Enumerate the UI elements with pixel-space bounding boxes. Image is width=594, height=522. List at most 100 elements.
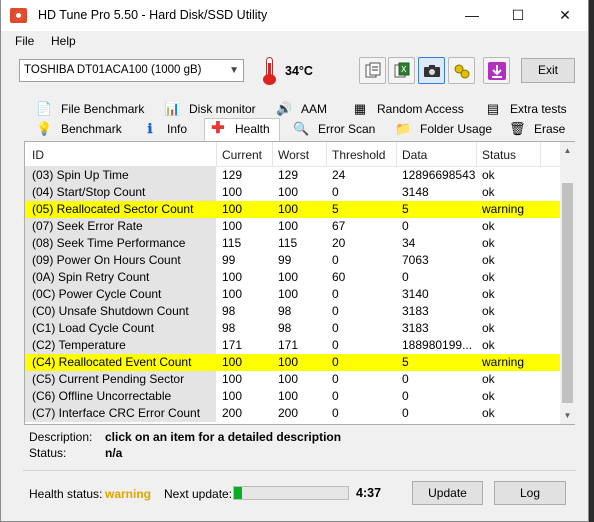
app-icon: [10, 8, 27, 23]
cell-threshold: 0: [332, 253, 339, 267]
log-button[interactable]: Log: [494, 481, 566, 505]
cell-threshold: 0: [332, 321, 339, 335]
maximize-button[interactable]: ☐: [495, 0, 541, 31]
table-row[interactable]: (C6) Offline Uncorrectable 100 100 0 0 ok: [25, 388, 560, 405]
cell-data: 5: [402, 202, 409, 216]
tab-erase[interactable]: 🗑 Erase: [509, 119, 575, 139]
column-header-threshold[interactable]: Threshold: [332, 148, 385, 162]
copy-text-button[interactable]: [359, 57, 386, 84]
cell-id: (04) Start/Stop Count: [25, 184, 216, 201]
table-row[interactable]: (04) Start/Stop Count 100 100 0 3148 ok: [25, 184, 560, 201]
menu-file[interactable]: File: [15, 34, 34, 48]
table-row[interactable]: (C0) Unsafe Shutdown Count 98 98 0 3183 ok: [25, 303, 560, 320]
cell-id: (C6) Offline Uncorrectable: [25, 388, 216, 405]
table-row[interactable]: (09) Power On Hours Count 99 99 0 7063 ok: [25, 252, 560, 269]
cell-status: ok: [482, 287, 495, 301]
table-row[interactable]: (C4) Reallocated Event Count 100 100 0 5 warn…: [25, 354, 560, 371]
cell-id: (08) Seek Time Performance: [25, 235, 216, 252]
cell-worst: 100: [278, 355, 299, 369]
health-cross-icon: ✚: [211, 120, 225, 137]
random-access-icon: ▦: [353, 101, 367, 116]
exit-button[interactable]: Exit: [521, 58, 575, 83]
tab-random-access[interactable]: ▦ Random Access: [352, 99, 477, 119]
tab-file-benchmark[interactable]: 📄 File Benchmark: [36, 99, 156, 119]
cell-current: 100: [222, 372, 243, 386]
cell-current: 100: [222, 202, 243, 216]
cell-worst: 100: [278, 372, 299, 386]
app-window: HD Tune Pro 5.50 - Hard Disk/SSD Utility…: [0, 0, 589, 522]
table-row[interactable]: (0C) Power Cycle Count 100 100 0 3140 ok: [25, 286, 560, 303]
drive-select[interactable]: TOSHIBA DT01ACA100 (1000 gB) ▼: [19, 59, 244, 82]
update-button[interactable]: Update: [412, 481, 483, 505]
table-row[interactable]: (08) Seek Time Performance 115 115 20 34 ok: [25, 235, 560, 252]
screenshot-button[interactable]: [418, 57, 445, 84]
cell-threshold: 60: [332, 270, 346, 284]
tab-benchmark[interactable]: 💡 Benchmark: [36, 119, 136, 139]
title-bar[interactable]: HD Tune Pro 5.50 - Hard Disk/SSD Utility…: [1, 0, 588, 31]
cell-threshold: 0: [332, 406, 339, 420]
table-row[interactable]: (0A) Spin Retry Count 100 100 60 0 ok: [25, 269, 560, 286]
tab-folder-usage[interactable]: 📁 Folder Usage: [395, 119, 505, 139]
column-header-status[interactable]: Status: [482, 148, 516, 162]
cell-data: 0: [402, 406, 409, 420]
cell-current: 99: [222, 253, 236, 267]
close-button[interactable]: ✕: [542, 0, 588, 31]
description-label: Description:: [29, 430, 93, 444]
cell-worst: 100: [278, 389, 299, 403]
cell-id: (09) Power On Hours Count: [25, 252, 216, 269]
cell-status: ok: [482, 304, 495, 318]
tab-error-scan[interactable]: 🔍 Error Scan: [293, 119, 393, 139]
cell-worst: 98: [278, 304, 292, 318]
tab-disk-monitor[interactable]: 📊 Disk monitor: [164, 99, 274, 119]
column-header-data[interactable]: Data: [402, 148, 427, 162]
column-header-current[interactable]: Current: [222, 148, 262, 162]
menu-help[interactable]: Help: [51, 34, 76, 48]
cell-current: 100: [222, 219, 243, 233]
cell-worst: 115: [278, 236, 298, 250]
tab-health[interactable]: ✚ Health: [204, 118, 280, 141]
cell-threshold: 67: [332, 219, 346, 233]
window-title: HD Tune Pro 5.50 - Hard Disk/SSD Utility: [38, 8, 268, 22]
cell-status: warning: [482, 355, 525, 369]
cell-data: 0: [402, 270, 409, 284]
table-row[interactable]: (07) Seek Error Rate 100 100 67 0 ok: [25, 218, 560, 235]
scrollbar-thumb[interactable]: [562, 183, 573, 403]
status-value: n/a: [105, 446, 123, 460]
smart-grid: ID Current Worst Threshold Data Status (…: [24, 141, 575, 425]
cell-status: ok: [482, 270, 495, 284]
minimize-button[interactable]: —: [449, 0, 495, 31]
table-row[interactable]: (03) Spin Up Time 129 129 24 12896698543 ok: [25, 167, 560, 184]
cell-current: 98: [222, 304, 236, 318]
cell-id: (C5) Current Pending Sector: [25, 371, 216, 388]
tab-info[interactable]: ℹ Info: [142, 119, 202, 139]
cell-data: 3183: [402, 304, 429, 318]
column-header-id[interactable]: ID: [32, 148, 44, 162]
scroll-up-icon[interactable]: ▲: [560, 142, 575, 159]
table-row[interactable]: (C5) Current Pending Sector 100 100 0 0 ok: [25, 371, 560, 388]
options-button[interactable]: [448, 57, 475, 84]
cell-worst: 100: [278, 219, 299, 233]
health-status-label: Health status:: [29, 487, 103, 501]
tab-aam[interactable]: 🔊 AAM: [276, 99, 346, 119]
cell-data: 3183: [402, 321, 429, 335]
speaker-icon: 🔊: [276, 101, 293, 116]
save-download-button[interactable]: [483, 57, 510, 84]
chevron-down-icon: ▼: [229, 65, 239, 76]
table-row[interactable]: (C2) Temperature 171 171 0 188980199... ok: [25, 337, 560, 354]
cell-status: ok: [482, 236, 495, 250]
table-row[interactable]: (C1) Load Cycle Count 98 98 0 3183 ok: [25, 320, 560, 337]
cell-data: 188980199...: [402, 338, 473, 352]
vertical-scrollbar[interactable]: ▲ ▼: [560, 142, 575, 424]
cell-worst: 100: [278, 270, 299, 284]
table-row[interactable]: (05) Reallocated Sector Count 100 100 5 5 war…: [25, 201, 560, 218]
table-row[interactable]: (C7) Interface CRC Error Count 200 200 0 0 ok: [25, 405, 560, 422]
scroll-down-icon[interactable]: ▼: [560, 407, 575, 424]
tab-extra-tests[interactable]: ▤ Extra tests: [485, 99, 575, 119]
cell-worst: 129: [278, 168, 299, 182]
cell-threshold: 0: [332, 389, 339, 403]
column-header-worst[interactable]: Worst: [278, 148, 309, 162]
copy-excel-button[interactable]: X: [388, 57, 415, 84]
cell-threshold: 20: [332, 236, 346, 250]
cell-id: (C1) Load Cycle Count: [25, 320, 216, 337]
cell-data: 0: [402, 372, 409, 386]
